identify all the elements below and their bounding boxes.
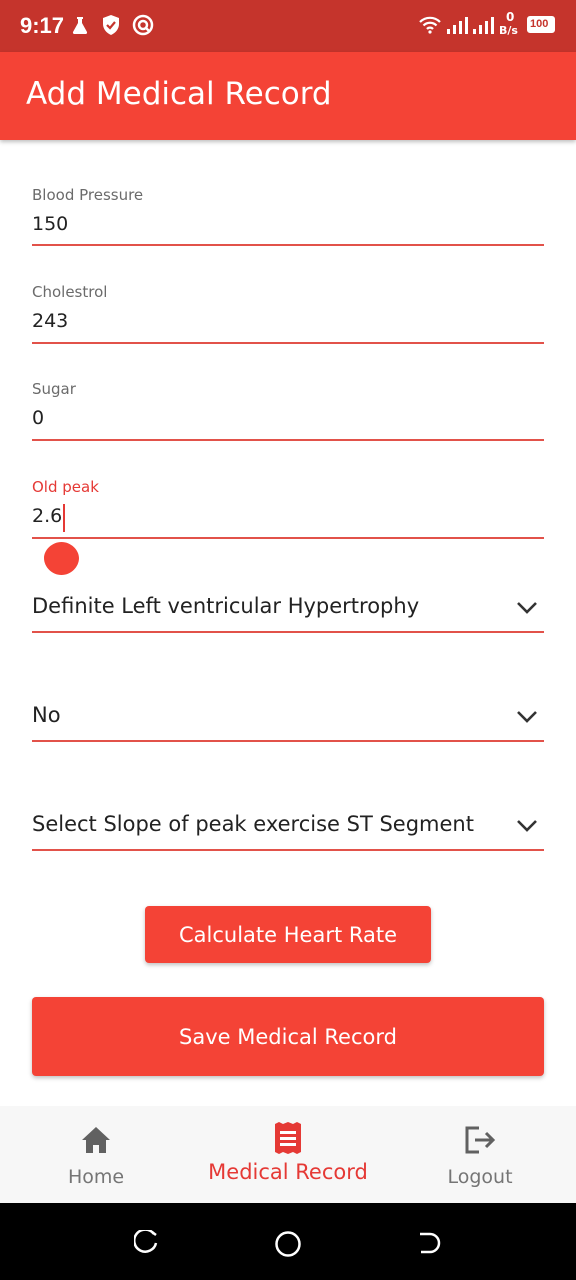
signal-icon-2 <box>473 17 494 34</box>
net-speed-value: 0 <box>506 10 515 24</box>
text-cursor <box>63 504 65 532</box>
net-speed-unit: B/s <box>499 24 518 37</box>
recent-apps-icon[interactable] <box>134 1230 160 1256</box>
old-peak-label: Old peak <box>32 478 99 496</box>
slope-dropdown[interactable]: Select Slope of peak exercise ST Segment <box>32 806 544 851</box>
chevron-down-icon <box>517 602 537 614</box>
back-icon[interactable] <box>416 1230 442 1256</box>
cholesterol-field[interactable]: Cholestrol 243 <box>32 283 544 344</box>
logout-icon <box>465 1126 496 1154</box>
medical-record-icon <box>275 1122 301 1154</box>
bottom-nav: Home Medical Record Logout <box>0 1106 576 1203</box>
blood-pressure-input[interactable]: 150 <box>32 213 512 235</box>
old-peak-field[interactable]: Old peak 2.6 <box>32 478 544 539</box>
exercise-angina-dropdown[interactable]: No <box>32 697 544 742</box>
app-bar: Add Medical Record <box>0 52 576 140</box>
nav-item-home[interactable]: Home <box>40 1106 152 1203</box>
save-medical-record-button[interactable]: Save Medical Record <box>32 997 544 1076</box>
nav-item-logout[interactable]: Logout <box>424 1106 536 1203</box>
signal-icon <box>447 17 468 34</box>
page-title: Add Medical Record <box>26 76 332 112</box>
cholesterol-input[interactable]: 243 <box>32 310 512 332</box>
calculate-heart-rate-button[interactable]: Calculate Heart Rate <box>145 906 431 963</box>
battery-icon: 100 <box>527 16 555 33</box>
text-selection-handle[interactable] <box>44 534 79 575</box>
sync-icon <box>132 14 154 36</box>
blood-pressure-label: Blood Pressure <box>32 186 144 204</box>
shield-icon <box>103 15 119 35</box>
chevron-down-icon <box>517 820 537 832</box>
home-icon <box>82 1127 110 1153</box>
status-bar: 9:17 0 B/s 100 <box>0 0 576 52</box>
sugar-field[interactable]: Sugar 0 <box>32 380 544 441</box>
nav-item-medical-record[interactable]: Medical Record <box>192 1106 384 1203</box>
cholesterol-label: Cholestrol <box>32 283 108 301</box>
flask-icon <box>72 17 88 34</box>
nav-label-home: Home <box>67 1166 125 1188</box>
resting-ecg-dropdown[interactable]: Definite Left ventricular Hypertrophy <box>32 588 544 633</box>
nav-label-medical-record: Medical Record <box>208 1160 368 1184</box>
home-button-icon[interactable] <box>274 1230 302 1258</box>
battery-level: 100 <box>530 18 549 30</box>
system-nav-bar <box>0 1203 576 1280</box>
old-peak-input[interactable]: 2.6 <box>32 505 62 527</box>
sugar-input[interactable]: 0 <box>32 407 512 429</box>
resting-ecg-selected: Definite Left ventricular Hypertrophy <box>32 594 420 618</box>
chevron-down-icon <box>517 711 537 723</box>
status-time: 9:17 <box>20 13 65 38</box>
wifi-icon <box>419 16 441 34</box>
slope-selected: Select Slope of peak exercise ST Segment <box>32 812 474 836</box>
nav-label-logout: Logout <box>447 1166 513 1188</box>
sugar-label: Sugar <box>32 380 76 398</box>
exercise-angina-selected: No <box>32 703 61 727</box>
blood-pressure-field[interactable]: Blood Pressure 150 <box>32 186 544 246</box>
